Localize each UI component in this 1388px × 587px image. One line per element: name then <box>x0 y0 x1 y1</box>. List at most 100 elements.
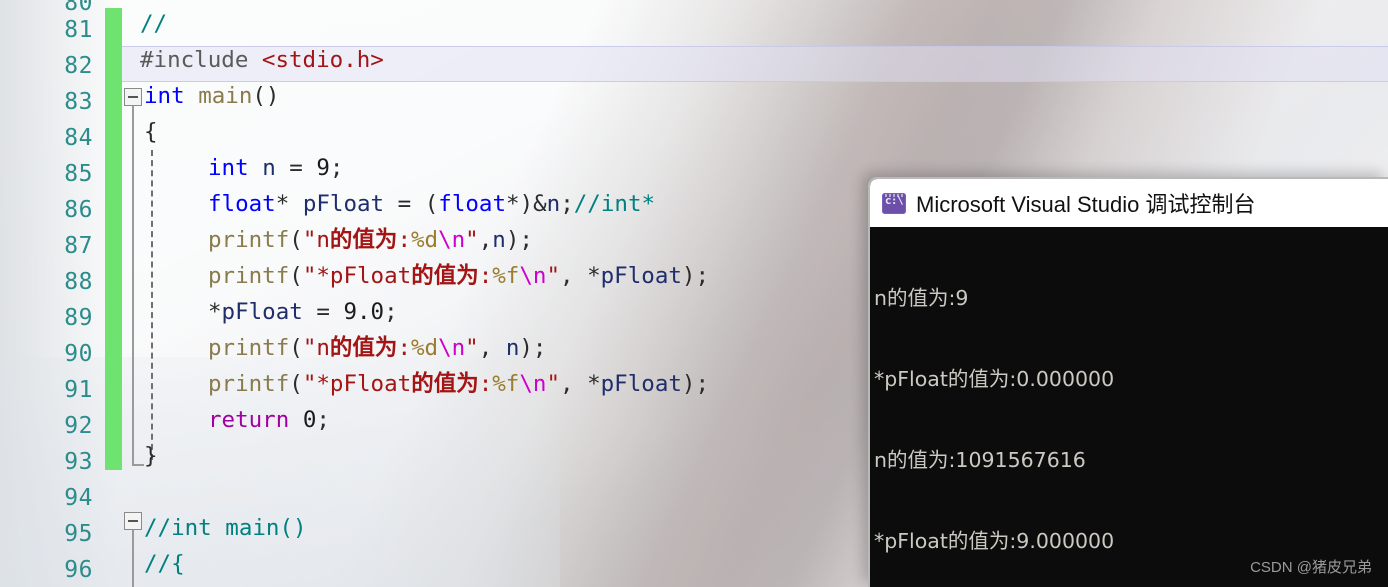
string-quote: " <box>302 227 317 253</box>
string-quote: "* <box>302 263 330 289</box>
collapse-toggle-line-95[interactable] <box>124 512 142 530</box>
assign-op: = ( <box>384 191 439 217</box>
literal-9-0: 9.0 <box>343 299 385 325</box>
string-quote: " <box>465 335 479 361</box>
console-title-bar[interactable]: c:\ Microsoft Visual Studio 调试控制台 <box>870 179 1388 227</box>
comment-token: // <box>140 11 168 37</box>
string-colon: : <box>397 227 411 253</box>
comma: , * <box>560 263 601 289</box>
console-window-title: Microsoft Visual Studio 调试控制台 <box>916 192 1256 217</box>
string-pFloat: pFloat <box>329 371 412 397</box>
format-spec-d: %d <box>410 335 439 361</box>
string-colon: : <box>478 263 493 289</box>
string-quote: "* <box>302 371 330 397</box>
literal-9: 9 <box>316 155 330 181</box>
keyword-float: float <box>208 191 276 217</box>
collapse-toggle-line-83[interactable] <box>124 88 142 106</box>
string-cjk: 的值为 <box>411 371 479 397</box>
string-colon: : <box>397 335 411 361</box>
escape-newline: \n <box>438 227 466 253</box>
comma: , * <box>560 371 601 397</box>
close-brace: } <box>144 443 158 469</box>
format-spec-f: %f <box>492 263 520 289</box>
close-paren-semicolon: ); <box>681 263 710 289</box>
open-paren: ( <box>289 263 303 289</box>
identifier-pFloat: pFloat <box>600 371 682 397</box>
identifier-n: n <box>262 155 276 181</box>
string-quote: " <box>546 371 560 397</box>
identifier-n: n <box>546 191 561 217</box>
console-cmd-icon: c:\ <box>882 192 906 214</box>
console-output-line: *pFloat的值为:9.000000 <box>874 529 1115 553</box>
identifier-pFloat: pFloat <box>600 263 682 289</box>
string-quote: " <box>546 263 560 289</box>
string-colon: : <box>478 371 493 397</box>
escape-newline: \n <box>519 371 547 397</box>
semicolon: ; <box>560 191 574 217</box>
open-paren: ( <box>289 227 303 253</box>
open-brace: { <box>144 119 158 145</box>
function-printf: printf <box>208 263 290 289</box>
keyword-return: return <box>208 407 290 433</box>
string-cjk: 的值为 <box>329 227 398 253</box>
function-printf: printf <box>208 227 290 253</box>
function-printf: printf <box>208 335 290 361</box>
assign-op: = <box>275 155 317 181</box>
close-paren-semicolon: ); <box>519 335 547 361</box>
console-icon-glyph: c:\ <box>884 193 904 207</box>
comma: , <box>478 227 493 253</box>
code-line-84[interactable]: { <box>0 114 1388 150</box>
semicolon: ; <box>316 407 330 433</box>
escape-newline: \n <box>519 263 547 289</box>
keyword-float: float <box>438 191 507 217</box>
code-line-82[interactable]: #include <stdio.h> <box>0 42 1388 78</box>
identifier-pFloat: pFloat <box>221 299 303 325</box>
function-printf: printf <box>208 371 290 397</box>
semicolon: ; <box>384 299 398 325</box>
console-output-line: n的值为:9 <box>874 286 969 310</box>
identifier-n: n <box>505 335 520 361</box>
close-paren-semicolon: ); <box>505 227 533 253</box>
identifier-n: n <box>492 227 506 253</box>
comment-token: //int main() <box>144 515 307 541</box>
comment-token: //{ <box>144 551 185 577</box>
string-quote: " <box>302 335 317 361</box>
format-spec-f: %f <box>492 371 520 397</box>
string-cjk: 的值为 <box>329 335 398 361</box>
csdn-watermark: CSDN @猪皮兄弟 <box>1250 559 1372 576</box>
parens: () <box>252 83 280 109</box>
literal-0: 0 <box>302 407 317 433</box>
semicolon: ; <box>329 155 344 181</box>
format-spec-d: %d <box>410 227 439 253</box>
escape-newline: \n <box>438 335 466 361</box>
code-line-81[interactable]: // <box>0 6 1388 42</box>
console-output-line: n的值为:1091567616 <box>874 448 1086 472</box>
identifier-pFloat: pFloat <box>302 191 385 217</box>
cast-close: *)& <box>506 191 547 217</box>
string-n: n <box>316 227 330 253</box>
close-paren-semicolon: ); <box>681 371 710 397</box>
star: * <box>275 191 303 217</box>
console-output-line: *pFloat的值为:0.000000 <box>874 367 1115 391</box>
string-pFloat: pFloat <box>329 263 412 289</box>
string-n: n <box>316 335 330 361</box>
trailing-comment: //int* <box>573 191 656 217</box>
string-quote: " <box>465 227 479 253</box>
keyword-int: int <box>144 83 185 109</box>
open-paren: ( <box>289 371 303 397</box>
string-cjk: 的值为 <box>411 263 479 289</box>
debug-console-window[interactable]: c:\ Microsoft Visual Studio 调试控制台 n的值为:9… <box>868 177 1388 587</box>
code-line-83[interactable]: int main() <box>0 78 1388 114</box>
open-paren: ( <box>289 335 303 361</box>
preprocessor-token: #include <box>140 47 249 73</box>
include-header-token: <stdio.h> <box>261 47 384 73</box>
function-main: main <box>198 83 253 109</box>
assign-op: = <box>302 299 344 325</box>
deref-star: * <box>208 299 222 325</box>
console-output-area[interactable]: n的值为:9 *pFloat的值为:0.000000 n的值为:10915676… <box>870 227 1388 587</box>
comma: , <box>478 335 506 361</box>
